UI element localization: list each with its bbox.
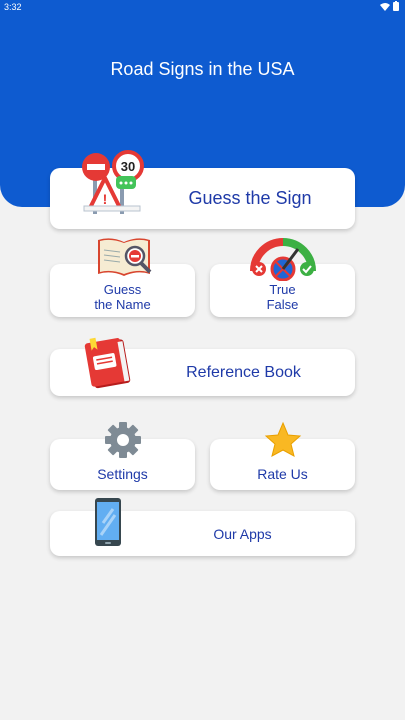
rate-us-label: Rate Us bbox=[257, 466, 308, 482]
guess-the-name-line2: the Name bbox=[94, 297, 151, 312]
star-icon bbox=[264, 421, 302, 457]
speed-limit-value: 30 bbox=[121, 159, 135, 174]
our-apps-label: Our Apps bbox=[213, 525, 272, 542]
road-signs-icon: ! 30 bbox=[82, 150, 144, 214]
status-bar: 3:32 bbox=[0, 0, 405, 14]
svg-text:!: ! bbox=[103, 191, 108, 207]
app-title: Road Signs in the USA bbox=[110, 59, 295, 79]
red-book-icon bbox=[84, 337, 131, 389]
status-time: 3:32 bbox=[4, 2, 22, 12]
reference-book-label: Reference Book bbox=[186, 363, 301, 381]
phone-icon bbox=[95, 498, 121, 546]
guess-the-sign-label: Guess the Sign bbox=[188, 188, 312, 208]
true-false-line2: False bbox=[266, 297, 299, 312]
open-book-magnifier-icon bbox=[98, 238, 152, 276]
gear-icon bbox=[105, 422, 141, 458]
wifi-icon bbox=[380, 2, 390, 11]
battery-icon bbox=[393, 1, 399, 11]
settings-label: Settings bbox=[97, 466, 148, 482]
true-false-line1: True bbox=[269, 282, 296, 297]
guess-the-name-line1: Guess bbox=[103, 282, 142, 297]
gauge-icon bbox=[250, 238, 316, 281]
